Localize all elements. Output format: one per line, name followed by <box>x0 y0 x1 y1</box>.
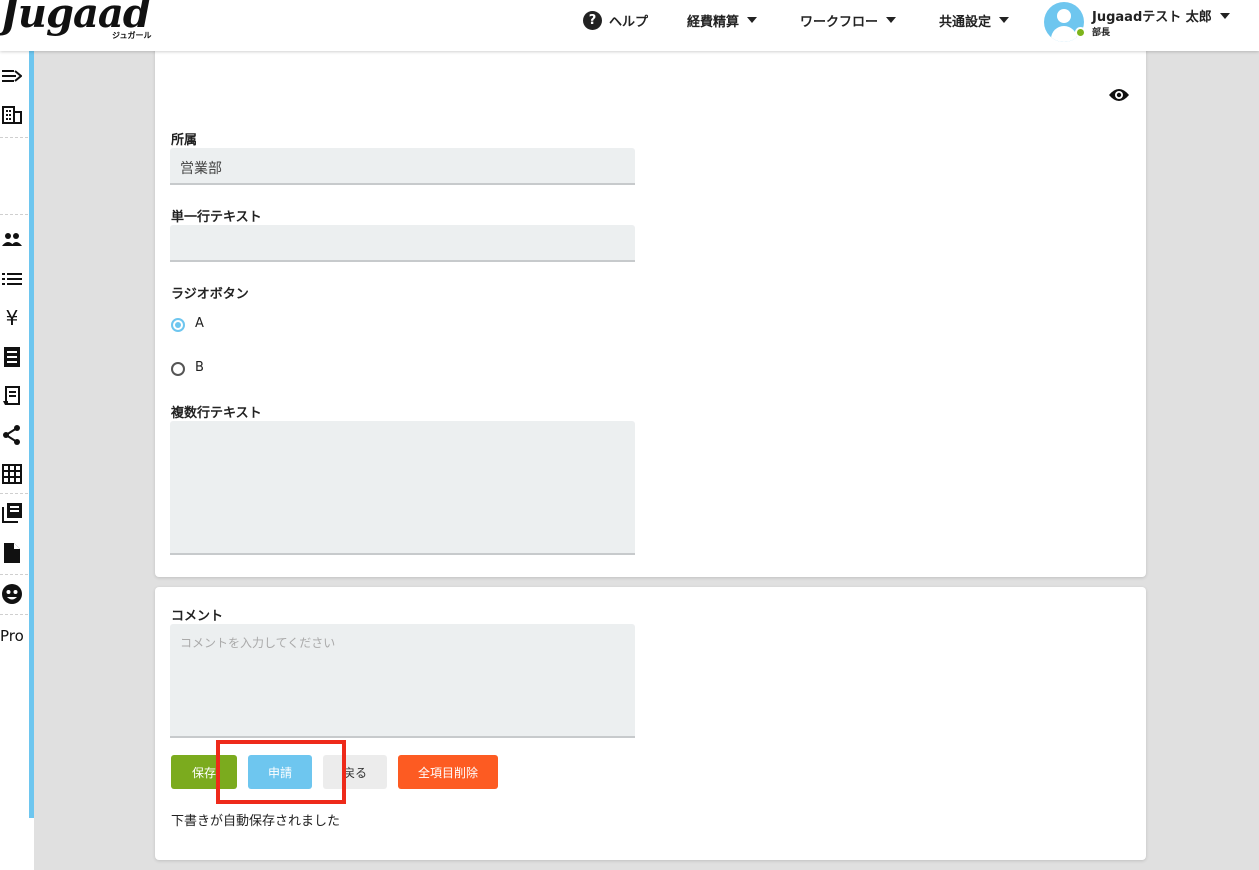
sidebar-divider <box>0 614 28 615</box>
top-header: Jugaad ジュガール ? ヘルプ 経費精算 ワークフロー 共通設定 Juga… <box>0 0 1259 51</box>
file-icon[interactable] <box>0 542 24 564</box>
sidebar-divider <box>0 137 28 138</box>
caret-down-icon <box>747 17 758 23</box>
expenses-menu[interactable]: 経費精算 <box>687 0 758 40</box>
caret-down-icon <box>1219 12 1230 19</box>
help-label: ヘルプ <box>609 14 649 30</box>
common-settings-menu[interactable]: 共通設定 <box>939 0 1010 40</box>
share-icon[interactable] <box>0 424 24 446</box>
common-settings-label: 共通設定 <box>939 14 992 30</box>
sidebar-divider <box>0 574 28 575</box>
building-icon[interactable] <box>0 104 24 126</box>
expenses-label: 経費精算 <box>687 14 740 30</box>
document-icon[interactable] <box>0 385 24 407</box>
online-status-dot <box>1075 27 1086 38</box>
user-menu[interactable]: Jugaadテスト 太郎 <box>1092 6 1230 25</box>
clear-all-button[interactable]: 全項目削除 <box>398 755 498 789</box>
radio-option-b-label[interactable]: B <box>195 360 204 375</box>
comment-label: コメント <box>171 609 224 624</box>
sidebar-divider <box>0 214 28 215</box>
user-role: 部長 <box>1092 28 1111 38</box>
radio-option-a[interactable] <box>171 318 185 332</box>
comment-textarea[interactable]: コメントを入力してください <box>170 624 635 738</box>
receipt-icon[interactable] <box>0 346 24 368</box>
back-button[interactable]: 戻る <box>323 755 387 789</box>
department-field[interactable]: 営業部 <box>170 148 635 185</box>
question-icon: ? <box>583 10 602 30</box>
radio-option-b[interactable] <box>171 362 185 376</box>
department-label: 所属 <box>171 133 198 148</box>
radio-group-label: ラジオボタン <box>171 287 249 302</box>
radio-option-a-label[interactable]: A <box>195 316 204 331</box>
caret-down-icon <box>999 17 1010 23</box>
emoji-icon[interactable] <box>0 583 24 605</box>
single-line-text-label: 単一行テキスト <box>171 210 262 225</box>
help-menu[interactable]: ? ヘルプ <box>583 0 648 40</box>
list-icon[interactable] <box>0 268 24 290</box>
user-name: Jugaadテスト 太郎 <box>1092 10 1212 25</box>
sidebar-divider <box>0 493 28 494</box>
workflow-menu[interactable]: ワークフロー <box>800 0 897 40</box>
comment-placeholder: コメントを入力してください <box>180 636 336 650</box>
grid-icon[interactable] <box>0 463 24 485</box>
eye-icon[interactable] <box>1108 88 1130 102</box>
yen-icon[interactable]: ¥ <box>0 306 24 330</box>
workflow-label: ワークフロー <box>800 14 879 30</box>
logo-subtitle: ジュガール <box>112 31 152 40</box>
people-icon[interactable] <box>0 229 24 251</box>
sidebar-text[interactable]: Pro <box>0 627 24 645</box>
sidebar-accent-strip <box>29 51 34 818</box>
save-button[interactable]: 保存 <box>171 755 237 789</box>
apply-button[interactable]: 申請 <box>248 755 312 789</box>
logout-icon[interactable] <box>0 65 24 87</box>
autosave-status: 下書きが自動保存されました <box>171 814 341 829</box>
multi-line-text-field[interactable] <box>170 421 635 555</box>
multi-line-text-label: 複数行テキスト <box>171 406 262 421</box>
single-line-text-field[interactable] <box>170 225 635 262</box>
caret-down-icon <box>886 17 897 23</box>
library-icon[interactable] <box>0 502 24 524</box>
